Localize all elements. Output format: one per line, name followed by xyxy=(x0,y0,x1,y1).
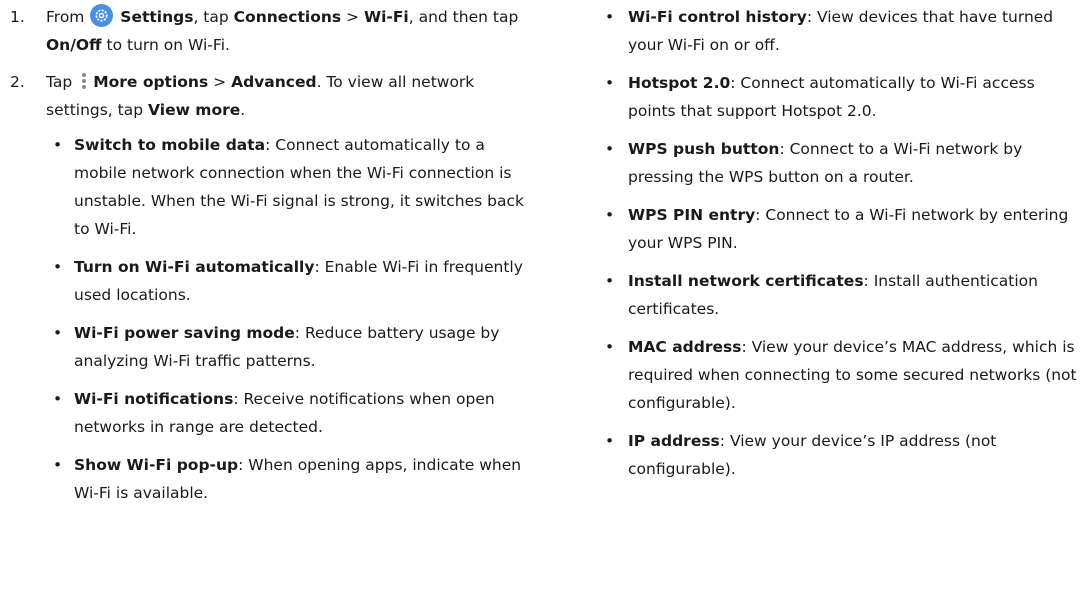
list-item: IP address: View your device’s IP addres… xyxy=(594,427,1084,483)
advanced-options-list-left: Switch to mobile data: Connect automatic… xyxy=(46,131,540,507)
list-item: WPS push button: Connect to a Wi-Fi netw… xyxy=(594,135,1084,191)
list-item: Wi-Fi control history: View devices that… xyxy=(594,3,1084,59)
more-options-label: More options xyxy=(93,73,209,91)
onoff-label: On/Off xyxy=(46,36,102,54)
settings-gear-icon xyxy=(90,4,114,27)
list-item: Show Wi-Fi pop-up: When opening apps, in… xyxy=(46,451,540,507)
list-item: Hotspot 2.0: Connect automatically to Wi… xyxy=(594,69,1084,125)
option-name: WPS push button xyxy=(628,140,780,158)
step-number: 1. xyxy=(10,8,25,26)
list-item: MAC address: View your device’s MAC addr… xyxy=(594,333,1084,417)
step-number: 2. xyxy=(10,73,25,91)
step-text: From Settings, tap Connections > Wi-Fi, … xyxy=(46,4,519,54)
list-item: Wi-Fi power saving mode: Reduce battery … xyxy=(46,319,540,375)
option-name: Show Wi-Fi pop-up xyxy=(74,456,239,474)
step-text: Tap More options > Advanced. To view all… xyxy=(46,73,474,119)
step-1: 1. From Settings, tap Connections > Wi-F… xyxy=(0,3,540,59)
list-item: Switch to mobile data: Connect automatic… xyxy=(46,131,540,243)
option-name: Wi-Fi power saving mode xyxy=(74,324,295,342)
text-tap: , tap xyxy=(193,8,229,26)
left-column: 1. From Settings, tap Connections > Wi-F… xyxy=(0,3,540,517)
option-name: Install network certificates xyxy=(628,272,864,290)
option-name: Wi-Fi notifications xyxy=(74,390,234,408)
text-period: . xyxy=(240,101,246,119)
advanced-label: Advanced xyxy=(231,73,317,91)
view-more-label: View more xyxy=(148,101,241,119)
list-item: Install network certificates: Install au… xyxy=(594,267,1084,323)
option-name: IP address xyxy=(628,432,720,450)
option-name: WPS PIN entry xyxy=(628,206,756,224)
connections-label: Connections xyxy=(233,8,342,26)
chevron-separator: > xyxy=(346,8,360,26)
option-name: Hotspot 2.0 xyxy=(628,74,731,92)
settings-label: Settings xyxy=(120,8,194,26)
option-name: Wi-Fi control history xyxy=(628,8,807,26)
more-options-vertical-dots-icon xyxy=(79,71,89,91)
text-from: From xyxy=(46,8,85,26)
step-2: 2. Tap More options > Advanced. To view … xyxy=(0,68,540,507)
list-item: Turn on Wi-Fi automatically: Enable Wi-F… xyxy=(46,253,540,309)
text-tap: Tap xyxy=(46,73,73,91)
option-name: Switch to mobile data xyxy=(74,136,266,154)
chevron-separator: > xyxy=(213,73,227,91)
option-name: Turn on Wi-Fi automatically xyxy=(74,258,315,276)
text-then: , and then tap xyxy=(408,8,519,26)
text-rest: to turn on Wi-Fi. xyxy=(106,36,230,54)
right-column: Wi-Fi control history: View devices that… xyxy=(594,3,1084,493)
wifi-label: Wi-Fi xyxy=(363,8,409,26)
list-item: Wi-Fi notifications: Receive notificatio… xyxy=(46,385,540,441)
option-name: MAC address xyxy=(628,338,742,356)
advanced-options-list-right: Wi-Fi control history: View devices that… xyxy=(594,3,1084,483)
list-item: WPS PIN entry: Connect to a Wi-Fi networ… xyxy=(594,201,1084,257)
